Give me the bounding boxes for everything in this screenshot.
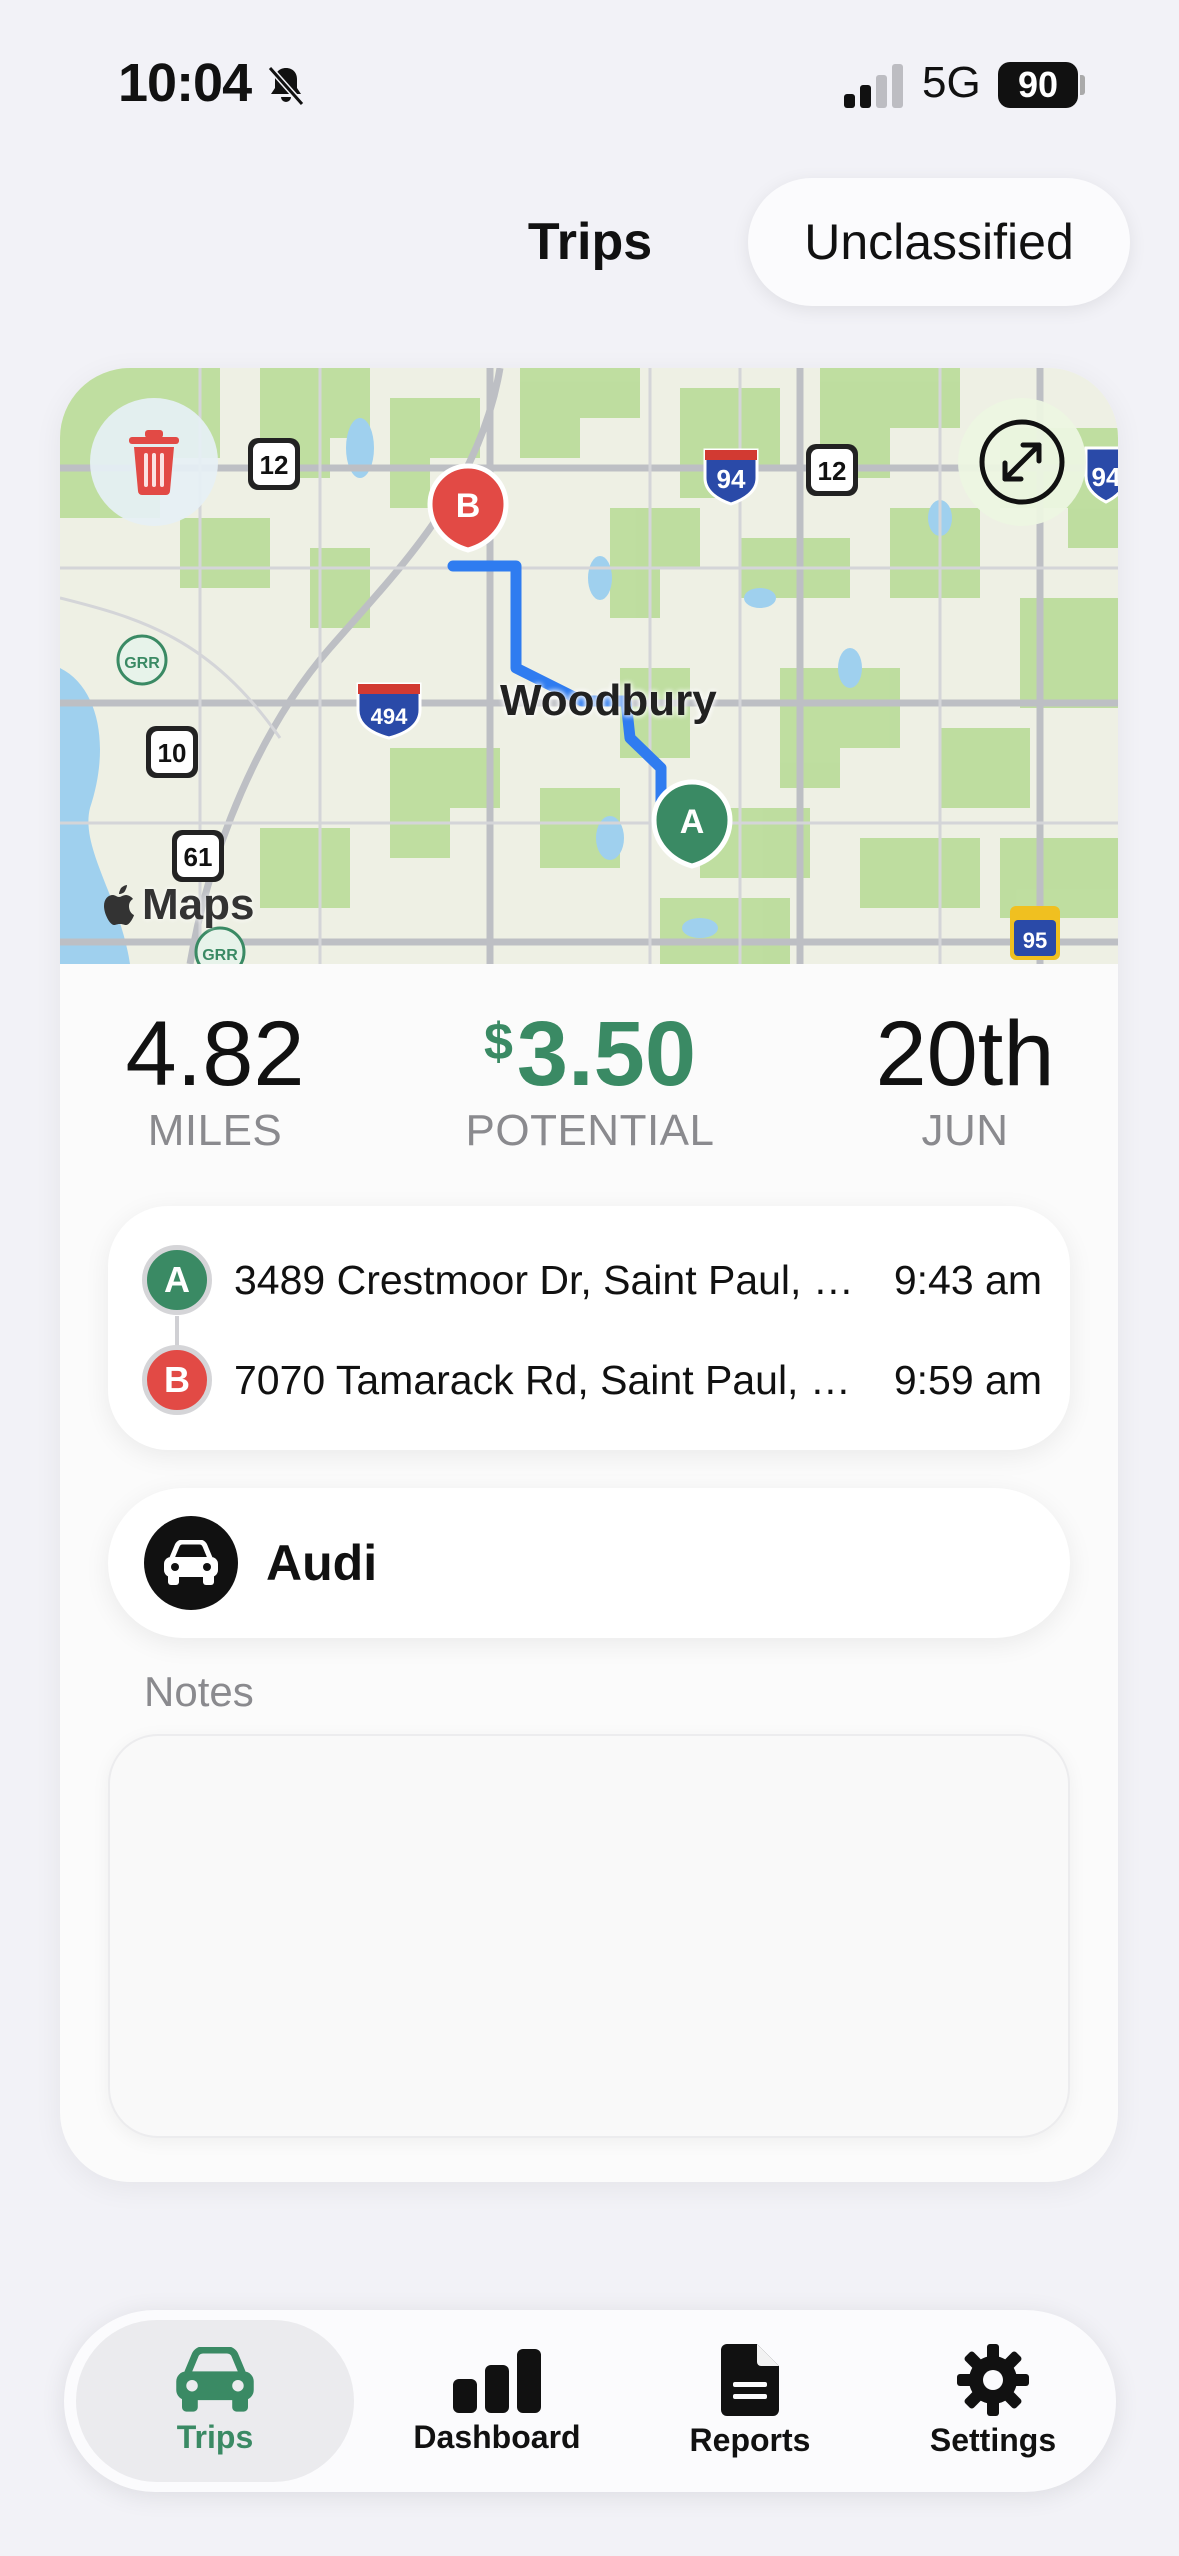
expand-map-button[interactable] bbox=[958, 398, 1086, 526]
tab-dashboard-label: Dashboard bbox=[413, 2418, 581, 2455]
trip-card: 12 94 12 94 494 10 61 95 GRR GRR B A Woo… bbox=[60, 368, 1118, 2182]
svg-text:494: 494 bbox=[371, 704, 408, 729]
start-badge: A bbox=[142, 1245, 212, 1315]
status-time: 10:04 bbox=[118, 53, 252, 113]
route-map[interactable]: 12 94 12 94 494 10 61 95 GRR GRR B A Woo… bbox=[60, 368, 1118, 964]
tab-settings-label: Settings bbox=[929, 2421, 1057, 2458]
currency-symbol: $ bbox=[484, 1013, 513, 1071]
tab-bar: Trips Dashboard Reports Settings bbox=[64, 2310, 1116, 2492]
trash-icon bbox=[129, 430, 179, 495]
route-details[interactable]: A 3489 Crestmoor Dr, Saint Paul, MN 9:43… bbox=[108, 1206, 1070, 1450]
tab-reports[interactable]: Reports bbox=[634, 2320, 866, 2482]
svg-text:94: 94 bbox=[717, 464, 746, 494]
car-icon bbox=[164, 1540, 218, 1585]
date-stat: 20th JUN bbox=[810, 1008, 1118, 1156]
svg-text:94: 94 bbox=[1092, 462, 1118, 492]
svg-text:95: 95 bbox=[1023, 928, 1047, 953]
svg-text:GRR: GRR bbox=[202, 947, 238, 964]
notes-label: Notes bbox=[144, 1668, 254, 1715]
date-value: 20th bbox=[875, 1003, 1055, 1105]
svg-text:12: 12 bbox=[818, 456, 847, 486]
potential-label: POTENTIAL bbox=[465, 1106, 715, 1155]
battery-indicator: 90 bbox=[998, 62, 1078, 108]
bar-chart-icon bbox=[453, 2348, 541, 2413]
vehicle-icon-badge bbox=[144, 1516, 238, 1610]
gear-icon bbox=[957, 2343, 1029, 2416]
apple-maps-logo: Maps bbox=[104, 880, 254, 930]
miles-label: MILES bbox=[147, 1106, 283, 1155]
end-marker-label: B bbox=[456, 487, 481, 525]
delete-trip-button[interactable] bbox=[90, 398, 218, 526]
svg-text:GRR: GRR bbox=[124, 655, 160, 672]
start-marker: A bbox=[651, 779, 733, 869]
vehicle-selector[interactable]: Audi bbox=[108, 1488, 1070, 1638]
end-marker: B bbox=[427, 463, 509, 553]
date-label: JUN bbox=[921, 1106, 1009, 1155]
tab-reports-label: Reports bbox=[689, 2421, 811, 2458]
route-start-row[interactable]: A 3489 Crestmoor Dr, Saint Paul, MN 9:43… bbox=[142, 1242, 1042, 1318]
tab-dashboard[interactable]: Dashboard bbox=[374, 2320, 620, 2482]
svg-text:12: 12 bbox=[260, 450, 289, 480]
maps-logo-text: Maps bbox=[142, 880, 255, 929]
tab-trips[interactable]: Trips bbox=[76, 2320, 354, 2482]
start-time: 9:43 am bbox=[893, 1256, 1042, 1303]
end-time: 9:59 am bbox=[893, 1356, 1042, 1403]
page-title: Trips bbox=[527, 213, 653, 271]
bell-slash-icon bbox=[267, 66, 305, 106]
expand-arrows-icon bbox=[979, 419, 1065, 505]
network-label: 5G bbox=[922, 58, 981, 107]
cellular-signal-icon bbox=[844, 64, 903, 108]
vehicle-name: Audi bbox=[266, 1535, 378, 1591]
start-address: 3489 Crestmoor Dr, Saint Paul, MN bbox=[234, 1256, 867, 1303]
end-address: 7070 Tamarack Rd, Saint Paul, MN bbox=[234, 1356, 867, 1403]
unclassified-filter-button[interactable]: Unclassified bbox=[748, 178, 1130, 306]
document-icon bbox=[721, 2343, 779, 2416]
start-marker-label: A bbox=[680, 803, 705, 841]
tab-settings[interactable]: Settings bbox=[880, 2320, 1106, 2482]
apple-logo-icon bbox=[104, 885, 134, 925]
battery-cap bbox=[1080, 75, 1085, 95]
potential-value-row: $3.50 bbox=[400, 1008, 780, 1100]
svg-text:10: 10 bbox=[158, 738, 187, 768]
potential-value: 3.50 bbox=[516, 1003, 696, 1105]
miles-stat: 4.82 MILES bbox=[60, 1008, 370, 1156]
miles-value: 4.82 bbox=[125, 1003, 305, 1105]
notes-input[interactable] bbox=[108, 1734, 1070, 2138]
car-icon bbox=[176, 2346, 254, 2412]
end-badge: B bbox=[142, 1345, 212, 1415]
potential-stat: $3.50 POTENTIAL bbox=[400, 1008, 780, 1156]
svg-text:61: 61 bbox=[184, 842, 213, 872]
map-city-label: Woodbury bbox=[500, 676, 717, 725]
tab-trips-label: Trips bbox=[176, 2418, 254, 2455]
route-end-row[interactable]: B 7070 Tamarack Rd, Saint Paul, MN 9:59 … bbox=[142, 1342, 1042, 1418]
status-bar: 10:04 5G 90 bbox=[0, 0, 1179, 170]
